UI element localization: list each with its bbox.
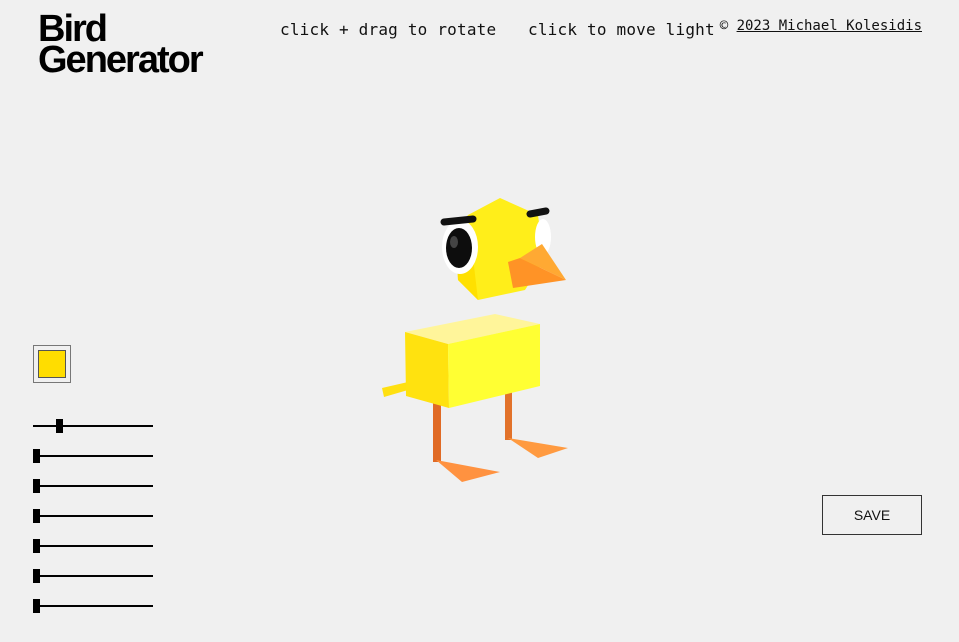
bird-foot-back [508, 438, 568, 458]
app-stage[interactable]: Bird Generator click + drag to rotate cl… [0, 0, 959, 642]
copyright-symbol: © [719, 18, 729, 34]
slider-thumb[interactable] [33, 479, 40, 493]
bird-eye-pupil [446, 228, 472, 268]
app-logo: Bird Generator [38, 10, 204, 81]
author-link[interactable]: 2023 Michael Kolesidis [737, 18, 922, 34]
bird-eye-shine [450, 236, 458, 248]
bird-leg-front [433, 400, 441, 462]
slider-thumb[interactable] [33, 599, 40, 613]
slider-3[interactable] [33, 476, 153, 506]
slider-track [33, 485, 153, 487]
slider-6[interactable] [33, 566, 153, 596]
bird-eyebrow-left [440, 215, 477, 226]
save-button[interactable]: SAVE [822, 495, 922, 535]
slider-thumb[interactable] [33, 539, 40, 553]
bird-tail [382, 382, 408, 397]
rotate-hint: click + drag to rotate [280, 20, 497, 39]
slider-group [33, 416, 153, 626]
light-hint: click to move light [528, 20, 715, 39]
slider-track [33, 455, 153, 457]
slider-track [33, 605, 153, 607]
slider-track [33, 575, 153, 577]
slider-thumb[interactable] [56, 419, 63, 433]
slider-track [33, 425, 153, 427]
bird-eyebrow-right [526, 207, 550, 218]
slider-5[interactable] [33, 536, 153, 566]
slider-7[interactable] [33, 596, 153, 626]
slider-thumb[interactable] [33, 509, 40, 523]
slider-track [33, 515, 153, 517]
credit: © 2023 Michael Kolesidis [720, 18, 922, 34]
logo-line-2: Generator [38, 39, 204, 81]
slider-4[interactable] [33, 506, 153, 536]
color-picker[interactable] [33, 345, 71, 383]
slider-thumb[interactable] [33, 569, 40, 583]
bird-3d-model[interactable] [360, 180, 600, 500]
slider-track [33, 545, 153, 547]
bird-body-side [405, 332, 449, 408]
slider-2[interactable] [33, 446, 153, 476]
slider-1[interactable] [33, 416, 153, 446]
color-swatch-fill [38, 350, 66, 378]
bird-foot-front [436, 460, 500, 482]
slider-thumb[interactable] [33, 449, 40, 463]
